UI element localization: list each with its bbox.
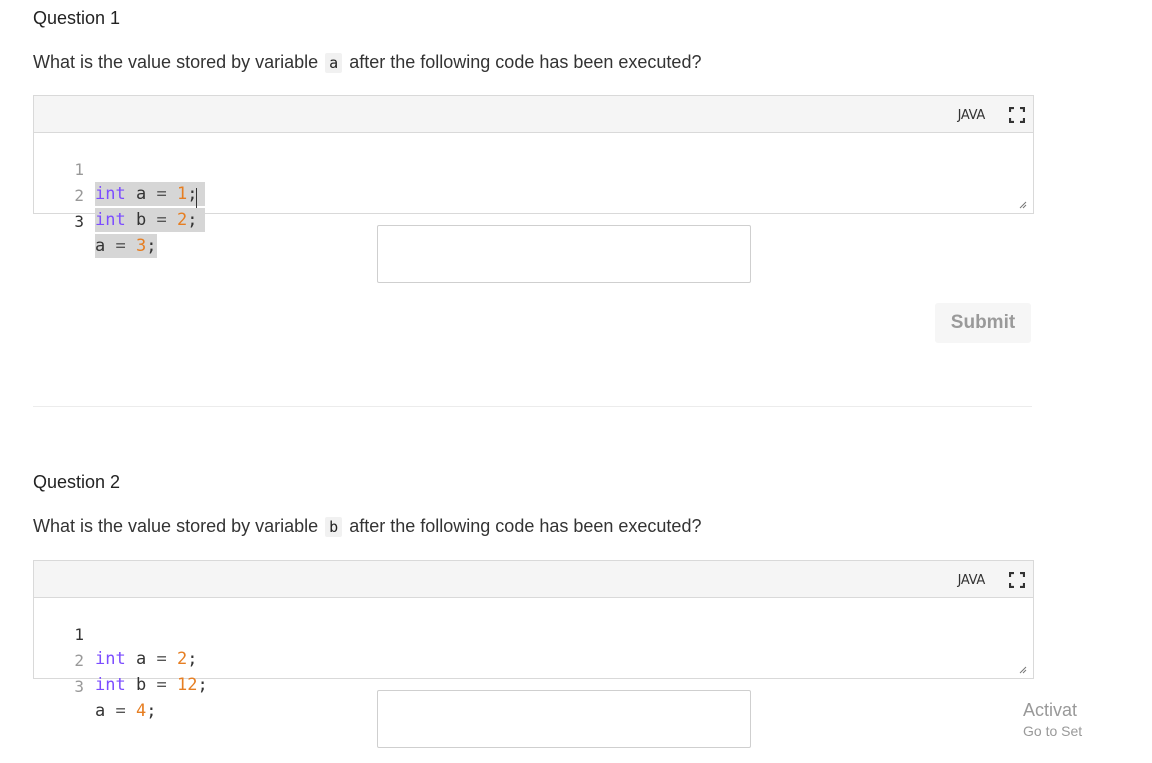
expand-icon[interactable] <box>1009 572 1025 588</box>
code-editor[interactable]: JAVA 1 int a = 2; 2 int b = 12; 3 a = 4; <box>33 560 1034 721</box>
operator: = <box>156 184 167 204</box>
watermark-title: Activat <box>1023 700 1078 720</box>
resize-handle-icon[interactable] <box>1017 199 1027 209</box>
divider <box>33 406 1032 407</box>
number-literal: 3 <box>136 236 147 256</box>
question-title: Question 1 <box>33 8 121 28</box>
semicolon: ; <box>146 701 157 721</box>
line-number: 3 <box>74 677 84 696</box>
number-literal: 2 <box>176 649 188 669</box>
number-literal: 1 <box>176 184 188 204</box>
identifier: a <box>95 701 106 721</box>
prompt-text-after: after the following code has been execut… <box>349 52 702 72</box>
operator: = <box>156 649 167 669</box>
identifier: a <box>135 184 147 204</box>
code-line: 3 a = 3; <box>34 186 197 258</box>
editor-header: JAVA <box>34 96 1033 133</box>
language-label: JAVA <box>957 573 986 588</box>
submit-button[interactable]: Submit <box>935 303 1031 343</box>
variable-code: a <box>325 53 343 73</box>
windows-activation-watermark: Activat Go to Set <box>1023 700 1082 739</box>
editor-body[interactable]: 1 int a = 2; 2 int b = 12; 3 a = 4; <box>34 598 1033 721</box>
code-line: 2 int b = 12; <box>34 625 207 695</box>
code-text: a = 3; <box>95 234 157 258</box>
operator: = <box>115 701 126 721</box>
number-literal: 4 <box>136 701 147 721</box>
resize-handle-icon[interactable] <box>1017 664 1027 674</box>
identifier: b <box>135 210 147 230</box>
semicolon: ; <box>187 649 198 669</box>
number-literal: 12 <box>176 675 198 695</box>
expand-icon[interactable] <box>1009 107 1025 123</box>
semicolon: ; <box>146 236 157 256</box>
question-prompt: What is the value stored by variable a a… <box>33 52 701 73</box>
semicolon: ; <box>187 210 198 230</box>
prompt-text: What is the value stored by variable <box>33 52 319 72</box>
operator: = <box>115 236 126 256</box>
prompt-text: What is the value stored by variable <box>33 516 319 536</box>
editor-body[interactable]: 1 int a = 1; 2 int b = 2; 3 a = 3; <box>34 133 1033 258</box>
semicolon: ; <box>197 675 208 695</box>
number-literal: 2 <box>176 210 188 230</box>
code-line: 3 a = 4; <box>34 651 156 721</box>
identifier: a <box>135 649 147 669</box>
code-line: 2 int b = 2; <box>34 160 206 232</box>
line-number: 3 <box>74 212 84 231</box>
editor-header: JAVA <box>34 561 1033 598</box>
code-line: 1 int a = 1; <box>34 134 206 206</box>
variable-code: b <box>325 517 343 537</box>
question-prompt: What is the value stored by variable b a… <box>33 516 701 537</box>
answer-input[interactable] <box>377 690 751 748</box>
identifier: a <box>95 236 106 256</box>
language-label: JAVA <box>957 108 986 123</box>
question-title: Question 2 <box>33 472 121 492</box>
text-cursor <box>196 188 197 208</box>
code-line: 1 int a = 2; <box>34 599 197 669</box>
prompt-text-after: after the following code has been execut… <box>349 516 702 536</box>
operator: = <box>156 675 167 695</box>
watermark-subtitle: Go to Set <box>1023 723 1083 739</box>
answer-input[interactable] <box>377 225 751 283</box>
code-editor[interactable]: JAVA 1 int a = 1; 2 int b = 2; 3 a = 3; <box>33 95 1034 258</box>
code-text: a = 4; <box>95 699 157 723</box>
operator: = <box>156 210 167 230</box>
identifier: b <box>135 675 147 695</box>
